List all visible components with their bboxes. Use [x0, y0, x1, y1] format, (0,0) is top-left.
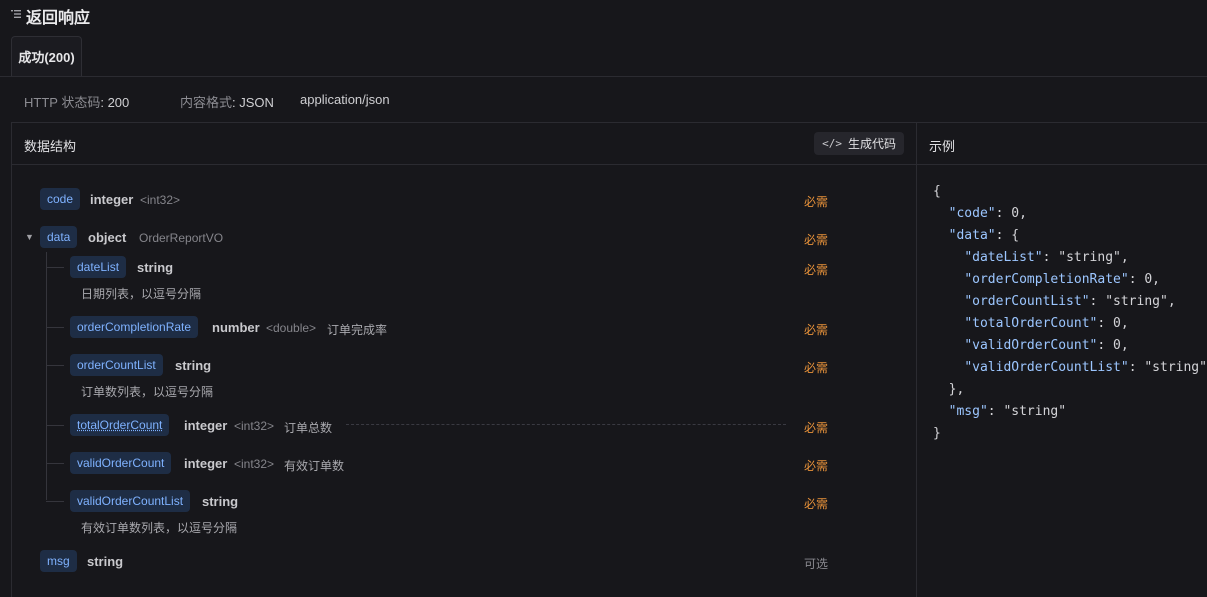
field-totalOrderCount[interactable]: totalOrderCount	[70, 414, 170, 436]
field-validOrderCountList[interactable]: validOrderCountList	[70, 490, 191, 512]
generate-code-label: 生成代码	[847, 137, 896, 151]
field-validOrderCount-desc: 有效订单数	[284, 459, 345, 473]
section-header: 返回响应	[0, 0, 1207, 30]
field-dateList-desc: 日期列表，以逗号分隔	[81, 287, 202, 301]
tree-branch	[46, 501, 64, 502]
field-totalOrderCount-required: 必需	[804, 421, 829, 435]
field-msg[interactable]: msg	[40, 550, 77, 572]
hover-guide-line	[346, 424, 786, 425]
tree-branch	[46, 463, 64, 464]
response-meta: HTTP 状态码: 200 内容格式: JSON application/jso…	[0, 76, 1207, 122]
schema-title: 数据结构	[24, 139, 77, 154]
field-validOrderCount[interactable]: validOrderCount	[70, 452, 172, 474]
field-msg-optional: 可选	[804, 557, 829, 571]
content-format-key: 内容格式	[180, 95, 233, 110]
field-code-type: integer	[90, 192, 134, 207]
field-dateList-required: 必需	[804, 263, 829, 277]
tree-branch	[46, 327, 64, 328]
schema-header: 数据结构 </> 生成代码	[12, 123, 916, 165]
code-icon: </>	[822, 137, 842, 150]
field-code-required: 必需	[804, 195, 829, 209]
http-status-key: HTTP 状态码	[24, 95, 101, 110]
field-validOrderCountList-required: 必需	[804, 497, 829, 511]
field-validOrderCount-format: <int32>	[234, 457, 275, 471]
example-header: 示例	[917, 123, 1207, 165]
field-orderCompletionRate[interactable]: orderCompletionRate	[70, 316, 199, 338]
field-data-required: 必需	[804, 233, 829, 247]
field-msg-type: string	[87, 554, 124, 569]
caret-down-icon[interactable]: ▼	[25, 232, 34, 242]
field-code-format: <int32>	[140, 193, 181, 207]
example-panel: 示例 { "code": 0, "data": { "dateList": "s…	[917, 122, 1207, 597]
tree-branch	[46, 425, 64, 426]
field-validOrderCount-required: 必需	[804, 459, 829, 473]
section-title: 返回响应	[26, 10, 91, 27]
list-icon[interactable]	[10, 8, 22, 20]
field-orderCountList-type: string	[175, 358, 212, 373]
tree-branch	[46, 267, 64, 268]
generate-code-button[interactable]: </> 生成代码	[814, 132, 904, 155]
field-orderCompletionRate-required: 必需	[804, 323, 829, 337]
field-validOrderCount-type: integer	[184, 456, 228, 471]
field-dateList[interactable]: dateList	[70, 256, 127, 278]
example-json[interactable]: { "code": 0, "data": { "dateList": "stri…	[933, 181, 1207, 445]
field-orderCountList[interactable]: orderCountList	[70, 354, 163, 376]
field-orderCountList-required: 必需	[804, 361, 829, 375]
field-orderCompletionRate-type: number	[212, 320, 260, 335]
response-tabs: 成功(200)	[0, 30, 1207, 77]
field-orderCompletionRate-format: <double>	[266, 321, 317, 335]
tree-branch	[46, 365, 64, 366]
field-data-type: object	[88, 230, 127, 245]
http-status-value: 200	[107, 95, 130, 110]
content-format-value: JSON	[239, 95, 274, 110]
field-data-ref: OrderReportVO	[139, 231, 224, 245]
field-totalOrderCount-desc: 订单总数	[284, 421, 333, 435]
field-orderCountList-desc: 订单数列表，以逗号分隔	[81, 385, 214, 399]
http-status: HTTP 状态码: 200	[24, 95, 130, 110]
field-totalOrderCount-type: integer	[184, 418, 228, 433]
field-data[interactable]: data	[40, 226, 78, 248]
field-totalOrderCount-format: <int32>	[234, 419, 275, 433]
tab-success-200[interactable]: 成功(200)	[11, 36, 82, 76]
field-validOrderCountList-type: string	[202, 494, 239, 509]
example-title: 示例	[929, 139, 956, 154]
field-validOrderCountList-desc: 有效订单数列表，以逗号分隔	[81, 521, 238, 535]
field-dateList-type: string	[137, 260, 174, 275]
content-type: application/json	[300, 92, 390, 107]
field-orderCompletionRate-desc: 订单完成率	[327, 323, 388, 337]
field-code[interactable]: code	[40, 188, 81, 210]
content-format: 内容格式: JSON	[180, 95, 274, 110]
